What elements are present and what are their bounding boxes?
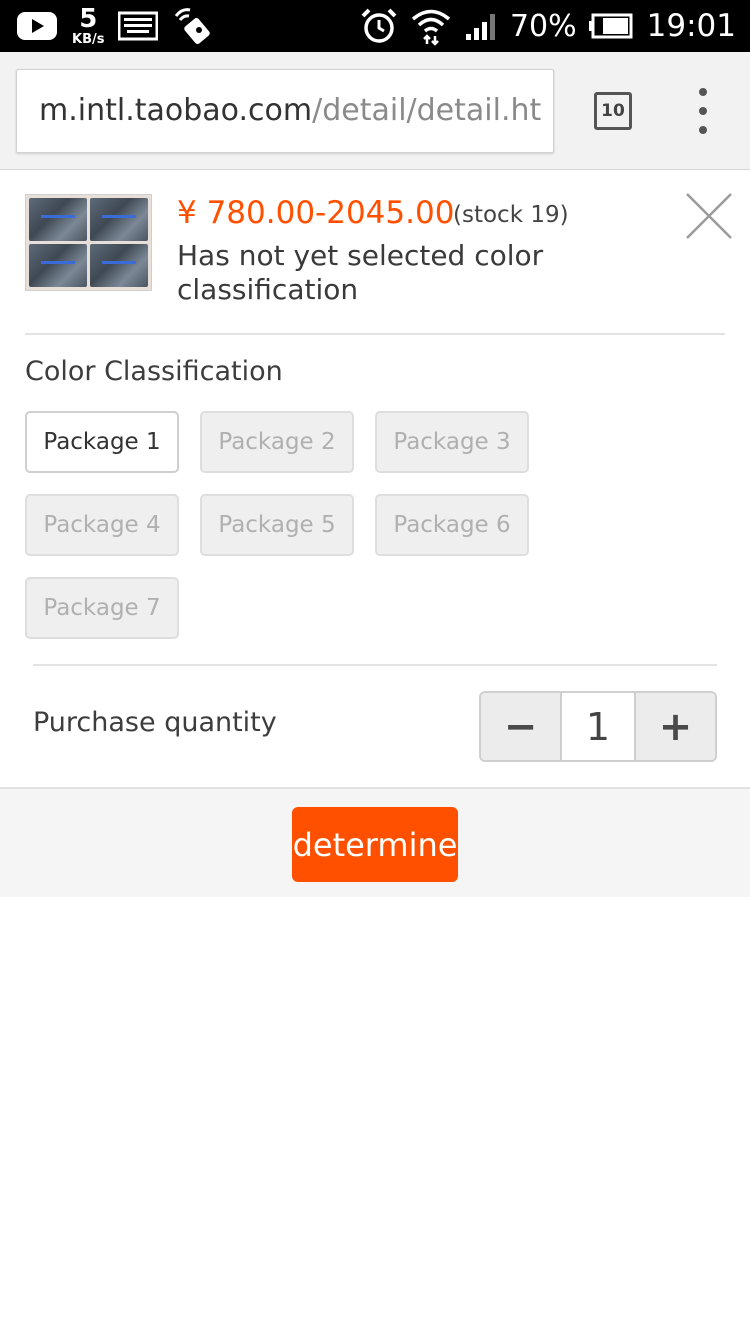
sku-panel: ¥ 780.00-2045.00 (stock 19) Has not yet …: [0, 171, 750, 897]
clock: 19:01: [646, 8, 736, 44]
sku-option-package-2: Package 2: [200, 411, 354, 473]
tab-count: 10: [601, 101, 625, 121]
battery-icon: [588, 13, 633, 39]
signal-icon: [464, 10, 500, 42]
stock-count: (stock 19): [453, 202, 569, 228]
sku-option-package-5: Package 5: [200, 494, 354, 556]
menu-dot-icon: [699, 88, 707, 96]
close-button[interactable]: [684, 191, 734, 241]
wifi-icon: [410, 6, 452, 46]
close-icon: [686, 193, 732, 239]
thumbnail-quadrant: [29, 198, 87, 241]
tab-switcher-button[interactable]: 10: [594, 92, 632, 130]
determine-button[interactable]: determine: [292, 807, 458, 882]
product-thumbnail: [25, 194, 152, 291]
address-bar[interactable]: m.intl.taobao.com/detail/detail.ht: [16, 69, 554, 153]
color-classification-title: Color Classification: [25, 356, 283, 387]
nfc-tag-icon: [172, 4, 216, 48]
status-bar: 5 KB/s 70% 19:01: [0, 0, 750, 52]
url-host: m.intl.taobao.com: [39, 93, 313, 128]
divider: [25, 333, 725, 335]
url-path: /detail/detail.ht: [312, 93, 542, 128]
divider: [33, 664, 717, 666]
browser-toolbar: m.intl.taobao.com/detail/detail.ht 10: [0, 52, 750, 170]
quantity-value[interactable]: 1: [560, 693, 636, 760]
thumbnail-quadrant: [90, 244, 148, 287]
sku-option-package-1[interactable]: Package 1: [25, 411, 179, 473]
alarm-icon: [360, 7, 398, 45]
sku-option-package-7: Package 7: [25, 577, 179, 639]
quantity-stepper: − 1 +: [479, 691, 717, 762]
panel-footer: determine: [0, 787, 750, 897]
keyboard-icon: [118, 11, 159, 41]
youtube-icon: [16, 11, 58, 41]
battery-percent: 70%: [509, 8, 577, 44]
overflow-menu-button[interactable]: [688, 88, 718, 134]
menu-dot-icon: [699, 126, 707, 134]
price-range: ¥ 780.00-2045.00: [177, 195, 455, 231]
decrease-quantity-button[interactable]: −: [481, 693, 560, 760]
purchase-quantity-label: Purchase quantity: [33, 707, 277, 738]
menu-dot-icon: [699, 107, 707, 115]
sku-option-package-6: Package 6: [375, 494, 529, 556]
network-speed: 5 KB/s: [72, 6, 104, 46]
network-speed-value: 5: [79, 4, 98, 34]
selection-hint: Has not yet selected color classificatio…: [177, 239, 544, 306]
network-speed-unit: KB/s: [72, 32, 105, 47]
sku-option-package-3: Package 3: [375, 411, 529, 473]
sku-option-package-4: Package 4: [25, 494, 179, 556]
increase-quantity-button[interactable]: +: [636, 693, 715, 760]
thumbnail-quadrant: [29, 244, 87, 287]
thumbnail-quadrant: [90, 198, 148, 241]
